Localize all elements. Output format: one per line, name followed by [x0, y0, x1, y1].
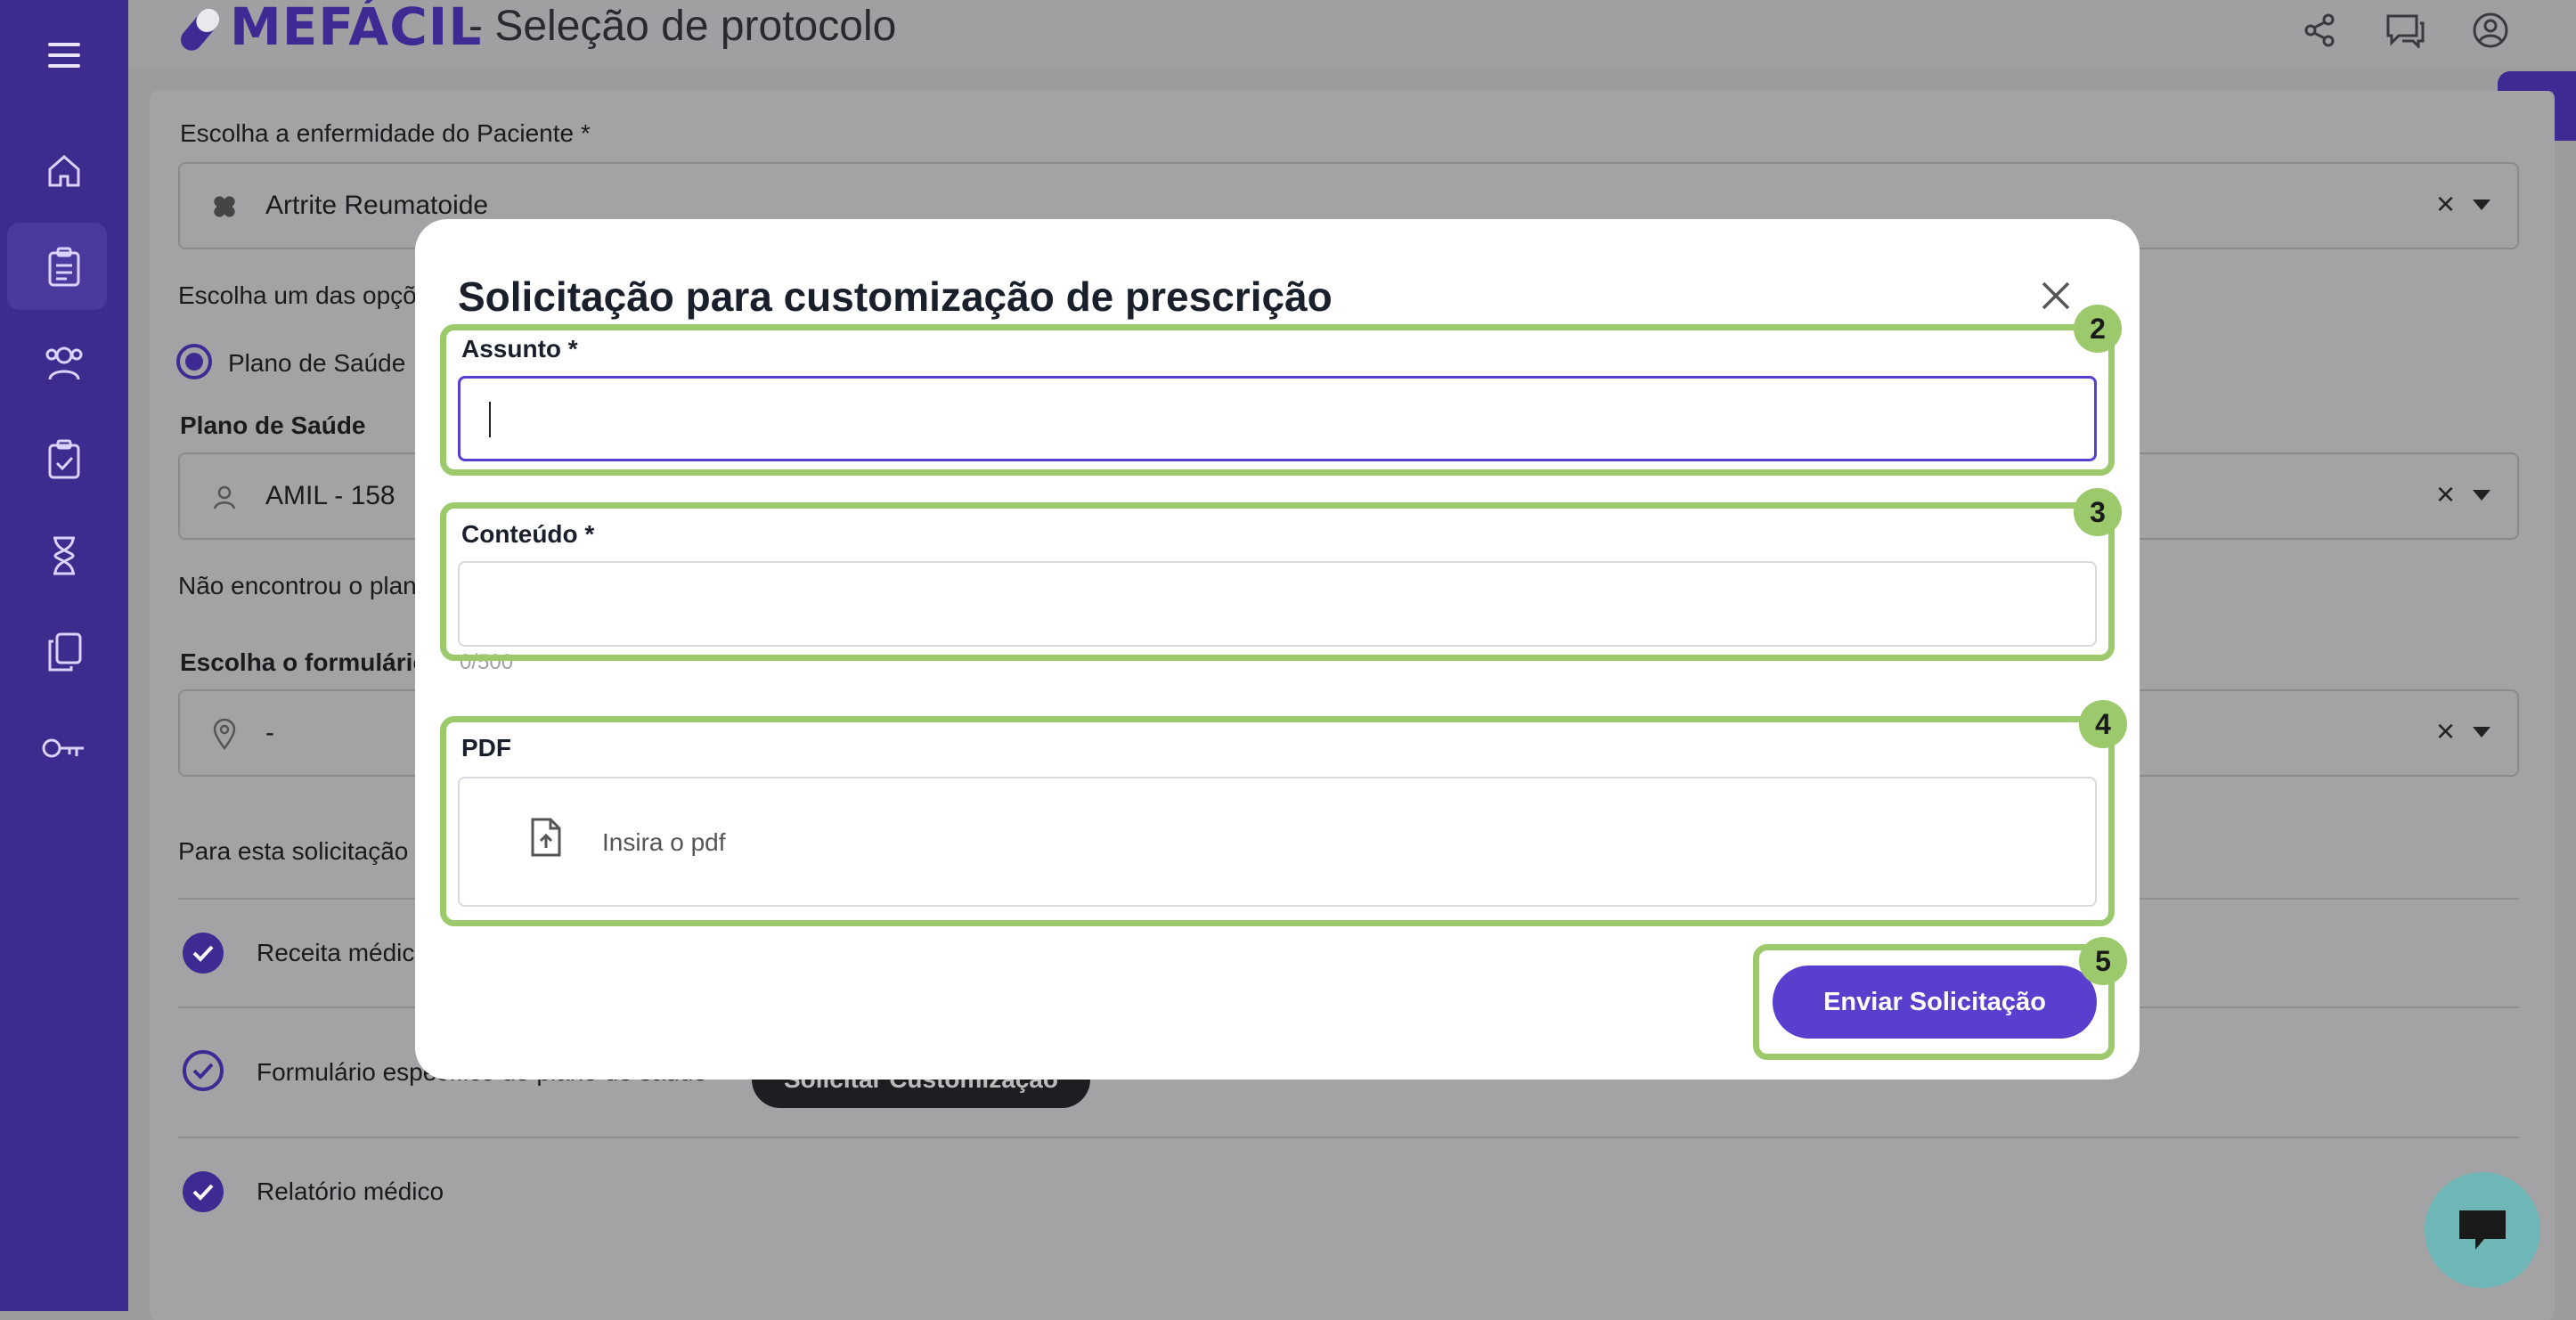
plan-value: AMIL - 158	[265, 481, 395, 510]
highlight-box-pdf	[440, 716, 2115, 926]
health-plan-radio[interactable]	[176, 344, 212, 379]
highlight-box-subject	[440, 324, 2115, 476]
radio-label: Plano de Saúde	[228, 349, 406, 377]
check-circle-icon	[182, 1170, 224, 1213]
form-value: -	[265, 718, 274, 747]
annotation-badge: 5	[2079, 937, 2127, 985]
form-label: Escolha o formulário	[180, 648, 428, 676]
not-found-text: Não encontrou o plan	[178, 572, 417, 599]
clear-icon[interactable]: ×	[2436, 185, 2455, 223]
menu-icon[interactable]	[0, 11, 128, 100]
chevron-down-icon[interactable]	[2473, 727, 2490, 737]
key-icon[interactable]	[0, 704, 128, 793]
copy-icon[interactable]	[0, 607, 128, 697]
brand-logo: MEFÁCIL	[230, 0, 483, 57]
modal-title: Solicitação para customização de prescri…	[458, 273, 1333, 320]
clear-icon[interactable]: ×	[2436, 476, 2455, 513]
chevron-down-icon[interactable]	[2473, 200, 2490, 210]
highlight-box-submit	[1753, 944, 2115, 1060]
person-icon	[207, 479, 242, 515]
annotation-badge: 4	[2079, 700, 2127, 748]
check-label: Relatório médico	[257, 1177, 444, 1205]
support-chat-button[interactable]	[2425, 1172, 2540, 1288]
account-icon[interactable]	[2464, 4, 2517, 57]
logo-pill-icon	[175, 4, 220, 53]
plan-label: Plano de Saúde	[180, 411, 366, 439]
home-icon[interactable]	[0, 126, 128, 216]
options-label: Escolha um das opçõ	[178, 281, 417, 309]
hourglass-icon[interactable]	[0, 511, 128, 600]
disease-value: Artrite Reumatoide	[265, 191, 489, 220]
clear-icon[interactable]: ×	[2436, 713, 2455, 750]
share-icon[interactable]	[2293, 4, 2346, 57]
check-circle-icon	[182, 932, 224, 974]
chat-icon[interactable]	[2378, 4, 2432, 57]
chevron-down-icon[interactable]	[2473, 490, 2490, 501]
clipboard-list-icon[interactable]	[0, 223, 128, 312]
users-icon[interactable]	[0, 319, 128, 408]
check-circle-icon	[182, 1049, 224, 1092]
bandage-icon	[207, 189, 242, 224]
annotation-badge: 2	[2074, 305, 2122, 353]
clipboard-check-icon[interactable]	[0, 415, 128, 504]
request-text: Para esta solicitação	[178, 837, 409, 865]
annotation-badge: 3	[2074, 488, 2122, 536]
sidebar	[0, 0, 128, 1311]
page-title: - Seleção de protocolo	[469, 3, 897, 50]
divider	[178, 1137, 2519, 1138]
check-label: Receita médic	[257, 939, 415, 966]
disease-label: Escolha a enfermidade do Paciente *	[180, 119, 591, 147]
close-icon[interactable]	[2036, 276, 2075, 315]
location-pin-icon	[207, 716, 242, 752]
highlight-box-content	[440, 502, 2115, 661]
